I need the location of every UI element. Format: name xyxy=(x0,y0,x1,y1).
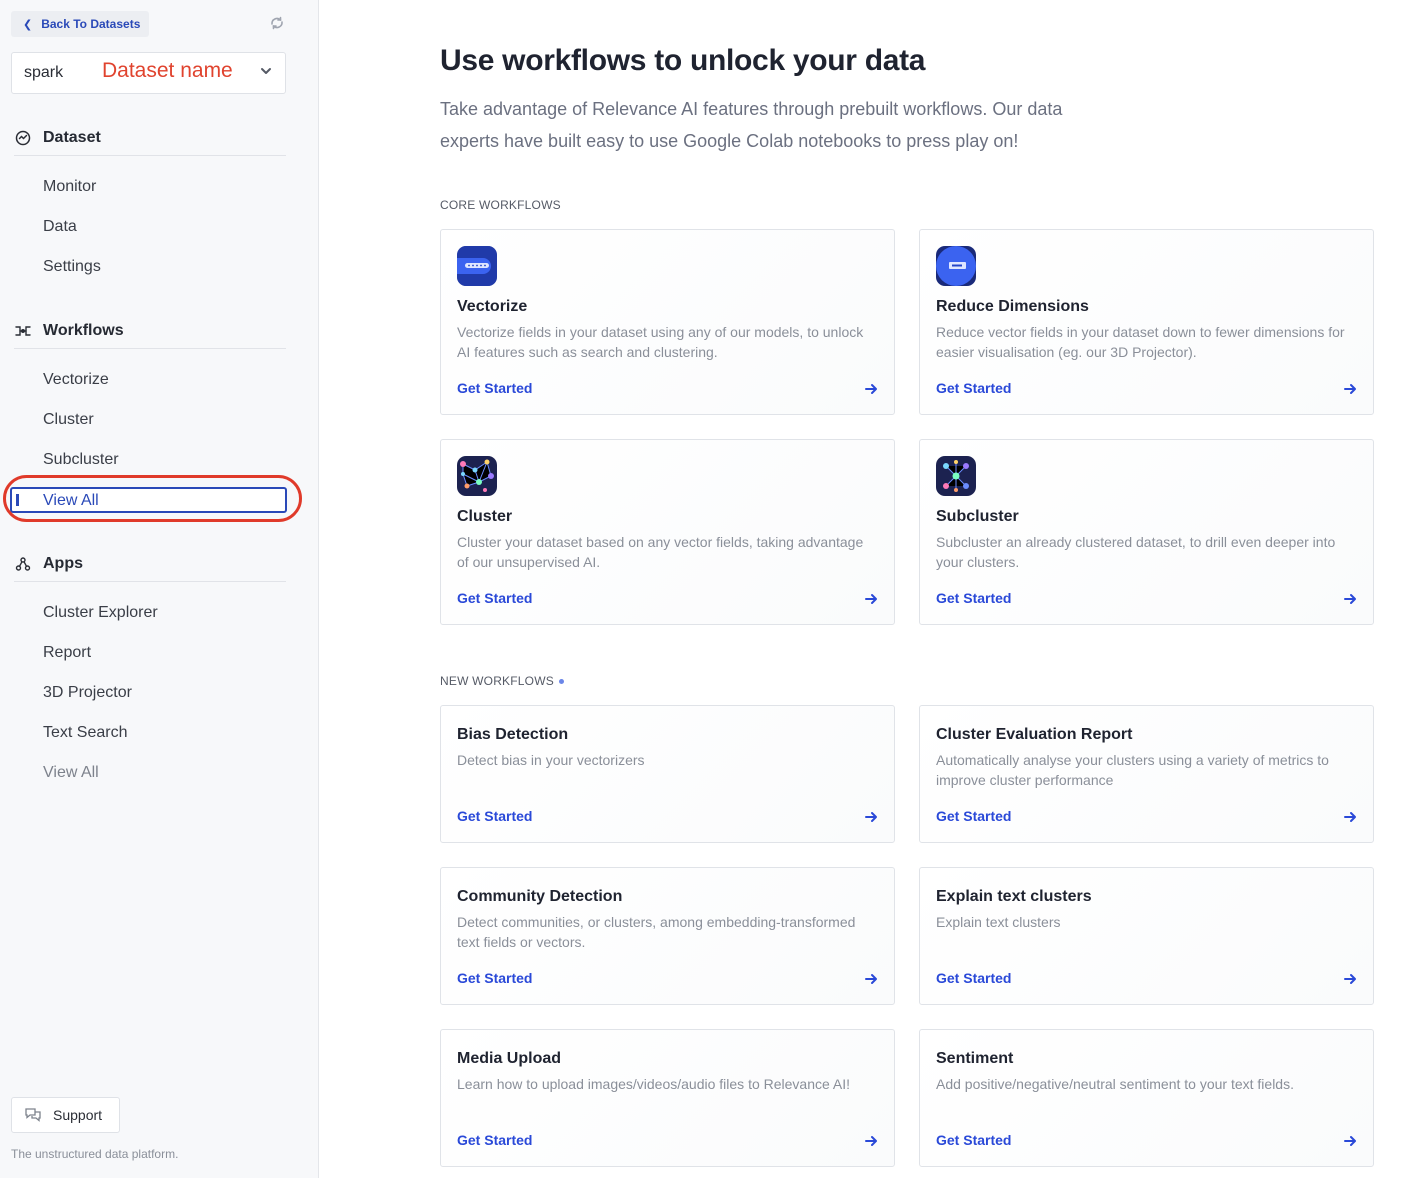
workflow-card-subcluster[interactable]: Subcluster Subcluster an already cluster… xyxy=(919,439,1374,625)
sidebar: ❮ Back To Datasets spark Dataset name Da… xyxy=(0,0,319,1178)
active-indicator xyxy=(16,494,19,506)
sidebar-item-subcluster[interactable]: Subcluster xyxy=(43,449,119,471)
get-started-link[interactable]: Get Started xyxy=(936,970,1011,986)
core-workflows-label: CORE WORKFLOWS xyxy=(440,198,561,212)
sidebar-item-apps-view-all[interactable]: View All xyxy=(43,762,99,784)
workflow-card-bias-detection[interactable]: Bias Detection Detect bias in your vecto… xyxy=(440,705,895,843)
workflow-card-vectorize[interactable]: Vectorize Vectorize fields in your datas… xyxy=(440,229,895,415)
dataset-select[interactable]: spark Dataset name xyxy=(11,52,286,94)
sidebar-item-text-search[interactable]: Text Search xyxy=(43,722,127,744)
sidebar-item-label: View All xyxy=(43,492,99,509)
workflow-card-reduce-dimensions[interactable]: Reduce Dimensions Reduce vector fields i… xyxy=(919,229,1374,415)
card-description: Learn how to upload images/videos/audio … xyxy=(457,1076,851,1092)
core-workflows-label-text: CORE WORKFLOWS xyxy=(440,198,561,212)
section-dataset-title: Dataset xyxy=(43,128,101,146)
arrow-right-icon[interactable] xyxy=(864,1134,878,1148)
back-to-datasets-button[interactable]: ❮ Back To Datasets xyxy=(11,11,149,37)
card-title: Reduce Dimensions xyxy=(936,298,1089,315)
card-description: Automatically analyse your clusters usin… xyxy=(936,752,1329,788)
get-started-link[interactable]: Get Started xyxy=(936,590,1011,606)
card-title: Subcluster xyxy=(936,508,1019,525)
section-workflows-title: Workflows xyxy=(43,321,124,339)
card-description: Subcluster an already clustered dataset,… xyxy=(936,534,1336,570)
arrow-right-icon[interactable] xyxy=(1343,382,1357,396)
sidebar-item-workflows-view-all[interactable]: View All xyxy=(10,487,287,513)
sidebar-item-settings[interactable]: Settings xyxy=(43,256,101,278)
chevron-down-icon xyxy=(261,68,271,74)
workflow-card-community-detection[interactable]: Community Detection Detect communities, … xyxy=(440,867,895,1005)
tagline: The unstructured data platform. xyxy=(11,1147,179,1161)
subcluster-icon xyxy=(936,456,976,496)
sidebar-item-vectorize[interactable]: Vectorize xyxy=(43,369,109,391)
get-started-link[interactable]: Get Started xyxy=(457,970,532,986)
get-started-link[interactable]: Get Started xyxy=(457,808,532,824)
arrow-right-icon[interactable] xyxy=(864,972,878,986)
arrow-right-icon[interactable] xyxy=(1343,972,1357,986)
arrow-right-icon[interactable] xyxy=(1343,810,1357,824)
page-title: Use workflows to unlock your data xyxy=(440,44,926,77)
card-description: Detect bias in your vectorizers xyxy=(457,752,645,768)
card-title: Bias Detection xyxy=(457,726,569,743)
card-title: Explain text clusters xyxy=(936,888,1092,905)
arrow-right-icon[interactable] xyxy=(864,382,878,396)
card-title: Cluster xyxy=(457,508,513,525)
section-apps-title: Apps xyxy=(43,554,83,572)
section-apps: Apps xyxy=(14,554,286,582)
card-description: Add positive/negative/neutral sentiment … xyxy=(936,1076,1294,1092)
card-title: Media Upload xyxy=(457,1050,562,1067)
support-label: Support xyxy=(53,1107,103,1123)
arrow-right-icon[interactable] xyxy=(1343,592,1357,606)
arrow-right-icon[interactable] xyxy=(864,810,878,824)
workflows-icon xyxy=(14,322,32,340)
workflow-card-sentiment[interactable]: Sentiment Add positive/negative/neutral … xyxy=(919,1029,1374,1167)
card-title: Sentiment xyxy=(936,1050,1014,1067)
card-title: Community Detection xyxy=(457,888,623,905)
card-title: Vectorize xyxy=(457,298,528,315)
sidebar-item-monitor[interactable]: Monitor xyxy=(43,176,96,198)
dataset-select-value: spark xyxy=(24,64,64,81)
get-started-link[interactable]: Get Started xyxy=(457,380,532,396)
sidebar-item-data[interactable]: Data xyxy=(43,216,77,238)
support-button[interactable]: Support xyxy=(11,1097,120,1133)
page-subtitle: Take advantage of Relevance AI features … xyxy=(440,99,1063,151)
card-title: Cluster Evaluation Report xyxy=(936,726,1133,743)
new-workflows-label-text: NEW WORKFLOWS xyxy=(440,674,554,688)
new-indicator-dot xyxy=(558,678,564,684)
sidebar-item-report[interactable]: Report xyxy=(43,642,91,664)
sidebar-item-3d-projector[interactable]: 3D Projector xyxy=(43,682,132,704)
card-description: Detect communities, or clusters, among e… xyxy=(457,914,856,950)
workflow-card-cluster-evaluation-report[interactable]: Cluster Evaluation Report Automatically … xyxy=(919,705,1374,843)
workflow-card-explain-text-clusters[interactable]: Explain text clusters Explain text clust… xyxy=(919,867,1374,1005)
card-description: Cluster your dataset based on any vector… xyxy=(457,534,864,570)
back-label: Back To Datasets xyxy=(41,17,141,31)
dataset-name-annotation: Dataset name xyxy=(102,59,233,82)
chat-icon xyxy=(25,1108,41,1122)
refresh-icon[interactable] xyxy=(268,15,286,33)
card-description: Explain text clusters xyxy=(936,914,1061,930)
cluster-icon xyxy=(457,456,497,496)
section-workflows: Workflows xyxy=(14,321,286,349)
arrow-right-icon[interactable] xyxy=(1343,1134,1357,1148)
card-description: Vectorize fields in your dataset using a… xyxy=(457,324,864,360)
card-description: Reduce vector fields in your dataset dow… xyxy=(936,324,1345,360)
chevron-left-icon: ❮ xyxy=(23,18,33,31)
dataset-icon xyxy=(14,129,32,147)
arrow-right-icon[interactable] xyxy=(864,592,878,606)
reduce-dimensions-icon xyxy=(936,246,976,286)
get-started-link[interactable]: Get Started xyxy=(936,808,1011,824)
main-content: Use workflows to unlock your data Take a… xyxy=(320,0,1402,1178)
apps-icon xyxy=(14,555,32,573)
get-started-link[interactable]: Get Started xyxy=(936,380,1011,396)
get-started-link[interactable]: Get Started xyxy=(457,590,532,606)
workflow-card-cluster[interactable]: Cluster Cluster your dataset based on an… xyxy=(440,439,895,625)
sidebar-item-cluster[interactable]: Cluster xyxy=(43,409,94,431)
get-started-link[interactable]: Get Started xyxy=(936,1132,1011,1148)
new-workflows-label: NEW WORKFLOWS xyxy=(440,674,564,688)
sidebar-item-cluster-explorer[interactable]: Cluster Explorer xyxy=(43,602,158,624)
vectorize-icon xyxy=(457,246,497,286)
get-started-link[interactable]: Get Started xyxy=(457,1132,532,1148)
section-dataset: Dataset xyxy=(14,128,286,156)
workflow-card-media-upload[interactable]: Media Upload Learn how to upload images/… xyxy=(440,1029,895,1167)
